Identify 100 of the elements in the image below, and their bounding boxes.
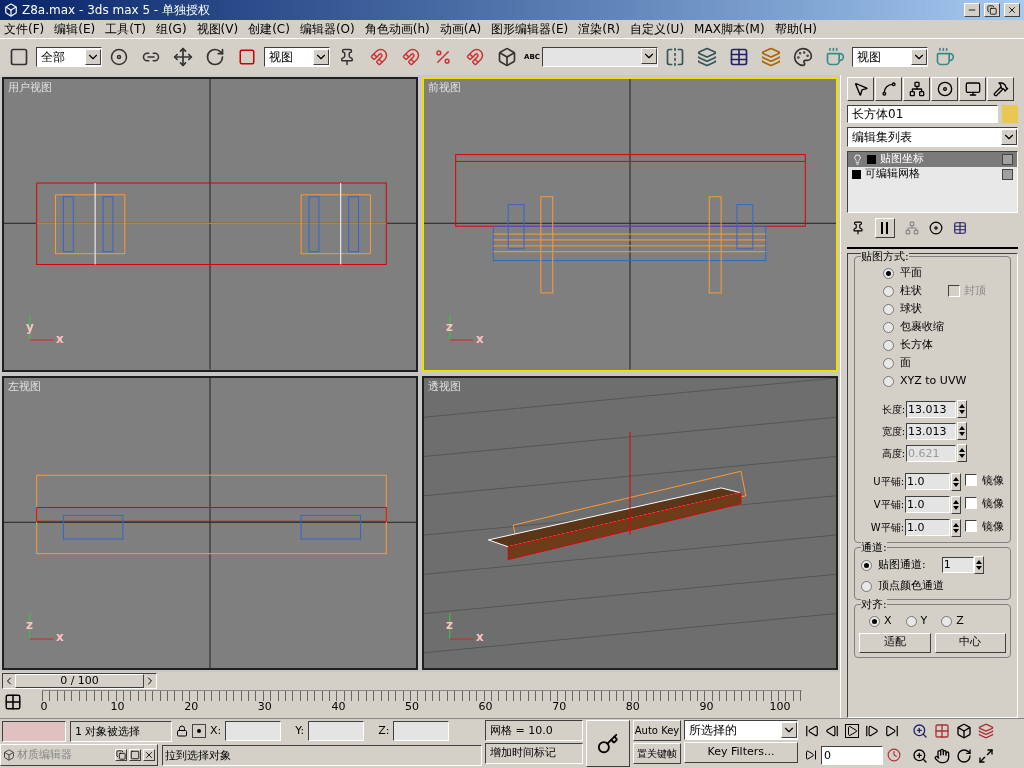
menu-item[interactable]: 编辑(E) bbox=[54, 20, 96, 38]
radio-button[interactable] bbox=[861, 580, 872, 592]
menu-item[interactable]: 渲染(R) bbox=[578, 20, 620, 38]
auto-key-button[interactable]: Auto Key bbox=[633, 720, 681, 741]
axis-label: x bbox=[56, 629, 64, 646]
menu-item[interactable]: 编辑器(O) bbox=[299, 20, 355, 38]
radio-button[interactable] bbox=[883, 357, 894, 369]
display-tab[interactable] bbox=[959, 77, 986, 101]
key-filters-button[interactable]: Key Filters... bbox=[684, 742, 798, 763]
toggle-square-icon[interactable] bbox=[1002, 169, 1013, 180]
spinner-arrows-icon[interactable] bbox=[973, 556, 984, 574]
radio-button[interactable] bbox=[941, 615, 953, 627]
number-field[interactable]: 1.0 bbox=[905, 473, 951, 490]
number-field[interactable]: 13.013 bbox=[906, 422, 956, 440]
set-key-mode-button[interactable]: 置关键帧 bbox=[633, 743, 681, 764]
key-mode-dropdown[interactable]: 所选择的 bbox=[684, 720, 798, 740]
viewport[interactable]: 透视图 z x bbox=[422, 375, 838, 670]
maximize-icon[interactable] bbox=[129, 749, 141, 761]
color-swatch[interactable] bbox=[2, 720, 66, 742]
motion-tab[interactable] bbox=[931, 77, 958, 101]
radio-button[interactable] bbox=[883, 339, 894, 351]
current-frame-field[interactable]: 0 bbox=[821, 745, 883, 765]
menu-item[interactable]: 工具(T) bbox=[105, 20, 146, 38]
spinner-arrows-icon[interactable] bbox=[951, 495, 961, 514]
checkbox[interactable] bbox=[965, 519, 977, 532]
zoom-icon[interactable] bbox=[912, 722, 928, 739]
selection-filter-dropdown[interactable]: 全部 bbox=[36, 47, 102, 67]
checkbox[interactable] bbox=[965, 496, 977, 509]
radio-button[interactable] bbox=[883, 285, 894, 297]
render-view-dropdown[interactable]: 视图 bbox=[851, 47, 928, 67]
x-coordinate-field[interactable] bbox=[225, 721, 282, 742]
menu-item[interactable]: 帮助(H) bbox=[774, 20, 817, 38]
number-field[interactable]: 1 bbox=[941, 557, 974, 573]
coordinate-system-dropdown[interactable]: 视图 bbox=[264, 47, 330, 67]
close-button[interactable] bbox=[1004, 3, 1020, 17]
named-selection-dropdown[interactable] bbox=[541, 47, 658, 67]
z-coordinate-field[interactable] bbox=[393, 721, 450, 742]
light-bulb-icon[interactable] bbox=[852, 154, 863, 165]
spinner-arrows-icon[interactable] bbox=[951, 472, 961, 491]
menu-item[interactable]: 视图(V) bbox=[196, 20, 239, 38]
next-frame-icon[interactable] bbox=[865, 724, 879, 738]
menu-item[interactable]: 创建(C) bbox=[248, 20, 290, 38]
object-color-swatch[interactable] bbox=[1002, 105, 1018, 123]
arc-rotate-icon[interactable] bbox=[956, 748, 972, 765]
modify-tab[interactable] bbox=[875, 77, 902, 101]
menu-item[interactable]: 组(G) bbox=[155, 20, 187, 38]
play-icon[interactable] bbox=[845, 724, 859, 738]
radio-button[interactable] bbox=[883, 321, 894, 333]
panel-button[interactable]: 适配 bbox=[859, 632, 931, 653]
go-to-start-icon[interactable] bbox=[805, 724, 819, 738]
panel-button[interactable]: 中心 bbox=[934, 632, 1006, 653]
time-configuration-icon[interactable] bbox=[887, 748, 901, 762]
toggle-square-icon[interactable] bbox=[1002, 154, 1013, 165]
utilities-tab[interactable] bbox=[987, 77, 1014, 101]
radio-button[interactable] bbox=[883, 375, 894, 387]
number-field[interactable]: 1.0 bbox=[905, 519, 951, 536]
number-field[interactable]: 13.013 bbox=[906, 400, 956, 418]
frame-scroll-bar[interactable]: 0 / 100 bbox=[2, 673, 157, 689]
radio-button[interactable] bbox=[861, 559, 872, 571]
radio-button[interactable] bbox=[883, 303, 894, 315]
add-time-tag-button[interactable]: 增加时间标记 bbox=[485, 743, 583, 764]
spinner-arrows-icon[interactable] bbox=[951, 518, 961, 537]
menu-item[interactable]: MAX脚本(M) bbox=[694, 20, 765, 38]
modifier-list-dropdown[interactable]: 编辑集列表 bbox=[847, 127, 1018, 147]
menu-item[interactable]: 自定义(U) bbox=[629, 20, 685, 38]
radio-button[interactable] bbox=[905, 615, 917, 627]
modifier-stack-item[interactable]: 可编辑网格 bbox=[848, 167, 1017, 182]
y-coordinate-field[interactable] bbox=[308, 721, 365, 742]
minimize-button[interactable] bbox=[964, 3, 980, 17]
modifier-stack-item[interactable]: 贴图坐标 bbox=[848, 152, 1017, 167]
time-tick-label: 40 bbox=[331, 701, 346, 713]
menu-item[interactable]: 图形编辑器(E) bbox=[491, 20, 569, 38]
region-zoom-icon[interactable] bbox=[912, 748, 928, 765]
menu-item[interactable]: 动画(A) bbox=[439, 20, 482, 38]
time-tick-label: 100 bbox=[769, 701, 791, 713]
transform-mode-icon[interactable] bbox=[192, 724, 206, 739]
checkbox[interactable] bbox=[965, 473, 977, 486]
previous-frame-icon[interactable] bbox=[825, 724, 839, 738]
pan-hand-icon[interactable] bbox=[934, 748, 950, 765]
close-icon[interactable] bbox=[143, 749, 155, 761]
spinner-arrows-icon[interactable] bbox=[957, 422, 967, 440]
viewport-label[interactable]: 透视图 bbox=[428, 378, 461, 395]
object-name-field[interactable]: 长方体01 bbox=[847, 105, 998, 123]
set-key-button[interactable] bbox=[586, 720, 630, 767]
radio-label: 贴图通道: bbox=[878, 556, 926, 573]
restore-icon[interactable] bbox=[115, 749, 127, 761]
pin-icon[interactable] bbox=[851, 221, 865, 235]
number-field[interactable]: 1.0 bbox=[905, 496, 951, 513]
go-to-end-icon[interactable] bbox=[885, 724, 899, 738]
radio-button[interactable] bbox=[883, 267, 894, 279]
spinner-arrows-icon[interactable] bbox=[957, 444, 967, 462]
radio-button[interactable] bbox=[869, 615, 880, 627]
maximize-viewport-icon[interactable] bbox=[978, 748, 994, 765]
menu-item[interactable]: 文件(F) bbox=[4, 20, 45, 38]
menu-item[interactable]: 角色动画(h) bbox=[364, 20, 430, 38]
lock-icon[interactable] bbox=[176, 725, 188, 738]
restore-button[interactable] bbox=[984, 3, 1000, 17]
hierarchy-tab[interactable] bbox=[903, 77, 930, 101]
create-tab[interactable] bbox=[847, 77, 874, 101]
spinner-arrows-icon[interactable] bbox=[957, 400, 967, 418]
